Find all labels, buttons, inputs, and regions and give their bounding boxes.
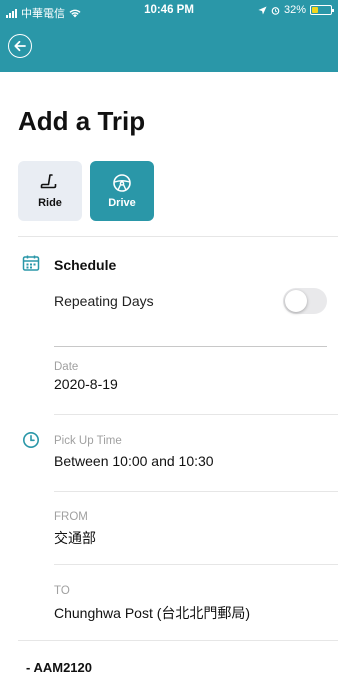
vehicle-plate: - AAM2120 <box>26 660 92 675</box>
location-arrow-icon <box>258 5 267 15</box>
repeating-days-label: Repeating Days <box>54 293 154 309</box>
pickup-time-label: Pick Up Time <box>54 435 122 447</box>
status-right: 32% <box>258 4 334 16</box>
battery-percent: 32% <box>283 4 306 16</box>
back-button[interactable] <box>8 34 32 58</box>
divider <box>54 564 338 565</box>
drive-mode-button[interactable]: Drive <box>90 161 154 221</box>
page-title: Add a Trip <box>18 106 146 136</box>
battery-icon <box>310 5 334 15</box>
divider <box>54 414 338 415</box>
toggle-knob <box>285 290 307 312</box>
drive-mode-label: Drive <box>108 197 136 209</box>
schedule-title: Schedule <box>54 257 117 273</box>
to-label: TO <box>54 585 70 597</box>
date-label: Date <box>54 361 79 373</box>
status-bar: 中華電信 10:46 PM 32% <box>0 0 338 22</box>
seat-icon <box>40 174 57 189</box>
alarm-icon <box>271 6 280 15</box>
from-value[interactable]: 交通部 <box>54 528 96 548</box>
date-value[interactable]: 2020-8-19 <box>54 376 118 392</box>
app-header: 中華電信 10:46 PM 32% <box>0 0 338 72</box>
ride-mode-label: Ride <box>38 197 62 209</box>
arrow-left-icon <box>14 40 26 52</box>
clock-icon <box>23 432 39 448</box>
to-value[interactable]: Chunghwa Post (台北北門郵局) <box>54 603 250 623</box>
steering-wheel-icon <box>113 174 131 192</box>
calendar-icon <box>22 255 40 271</box>
divider <box>18 640 338 641</box>
from-label: FROM <box>54 511 88 523</box>
repeating-days-toggle[interactable] <box>283 288 327 314</box>
divider <box>18 236 338 237</box>
pickup-time-value[interactable]: Between 10:00 and 10:30 <box>54 453 214 469</box>
divider <box>54 491 338 492</box>
ride-mode-button[interactable]: Ride <box>18 161 82 221</box>
repeat-divider <box>54 346 327 347</box>
